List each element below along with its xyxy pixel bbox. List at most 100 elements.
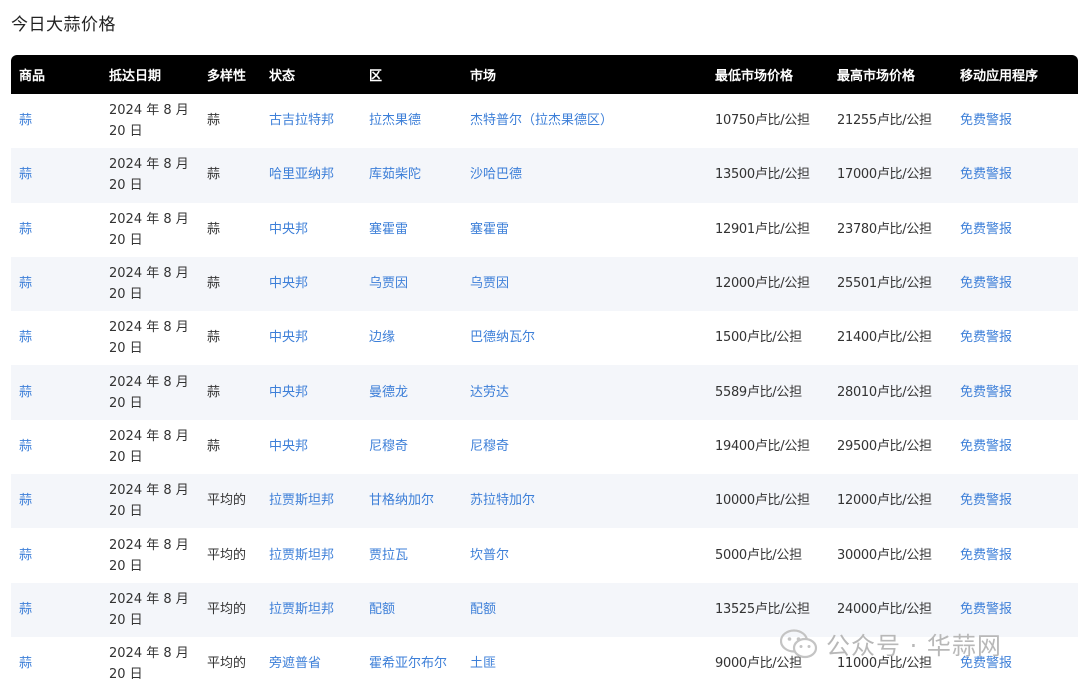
cell-market: 尼穆奇 [462, 420, 707, 474]
district-link[interactable]: 曼德龙 [369, 385, 408, 400]
market-link[interactable]: 土匪 [470, 656, 496, 671]
cell-variety: 蒜 [199, 311, 261, 365]
commodity-link[interactable]: 蒜 [19, 385, 32, 400]
cell-variety: 蒜 [199, 420, 261, 474]
state-link[interactable]: 中央邦 [269, 276, 308, 291]
free-alert-link[interactable]: 免费警报 [960, 602, 1012, 617]
table-row: 蒜 2024 年 8 月 20 日 蒜 古吉拉特邦 拉杰果德 杰特普尔（拉杰果德区） 107… [11, 94, 1078, 148]
table-row: 蒜 2024 年 8 月 20 日 蒜 中央邦 乌贾因 乌贾因 12000卢比/公担 2550… [11, 256, 1078, 312]
cell-app: 免费警报 [952, 528, 1078, 582]
district-link[interactable]: 甘格纳加尔 [369, 493, 434, 508]
state-link[interactable]: 拉贾斯坦邦 [269, 602, 334, 617]
market-link[interactable]: 塞霍雷 [470, 222, 509, 237]
market-link[interactable]: 巴德纳瓦尔 [470, 330, 535, 345]
market-link[interactable]: 尼穆奇 [470, 439, 509, 454]
district-link[interactable]: 贾拉瓦 [369, 548, 408, 563]
cell-market: 达劳达 [462, 365, 707, 419]
commodity-link[interactable]: 蒜 [19, 167, 32, 182]
district-link[interactable]: 霍希亚尔布尔 [369, 656, 447, 671]
variety: 蒜 [207, 113, 221, 129]
commodity-link[interactable]: 蒜 [19, 222, 32, 237]
cell-variety: 蒜 [199, 365, 261, 419]
cell-market: 配额 [462, 583, 707, 637]
market-link[interactable]: 达劳达 [470, 385, 509, 400]
state-link[interactable]: 中央邦 [269, 385, 308, 400]
commodity-link[interactable]: 蒜 [19, 548, 32, 563]
commodity-link[interactable]: 蒜 [19, 602, 32, 617]
district-link[interactable]: 尼穆奇 [369, 439, 408, 454]
commodity-link[interactable]: 蒜 [19, 439, 32, 454]
cell-district: 库茹柴陀 [361, 148, 462, 202]
free-alert-link[interactable]: 免费警报 [960, 330, 1012, 345]
state-link[interactable]: 古吉拉特邦 [269, 113, 334, 128]
commodity-link[interactable]: 蒜 [19, 493, 32, 508]
commodity-link[interactable]: 蒜 [19, 276, 32, 291]
cell-commodity: 蒜 [11, 528, 101, 582]
cell-district: 甘格纳加尔 [361, 474, 462, 528]
cell-variety: 蒜 [199, 94, 261, 148]
cell-commodity: 蒜 [11, 365, 101, 419]
market-link[interactable]: 配额 [470, 602, 496, 617]
state-link[interactable]: 中央邦 [269, 330, 308, 345]
cell-market: 杰特普尔（拉杰果德区） [462, 94, 707, 148]
max-price: 29500卢比/公担 [837, 438, 932, 454]
cell-state: 拉贾斯坦邦 [261, 474, 361, 528]
free-alert-link[interactable]: 免费警报 [960, 439, 1012, 454]
header-commodity: 商品 [19, 69, 46, 84]
free-alert-link[interactable]: 免费警报 [960, 167, 1012, 182]
free-alert-link[interactable]: 免费警报 [960, 113, 1012, 128]
min-price: 12000卢比/公担 [715, 276, 810, 292]
district-link[interactable]: 塞霍雷 [369, 222, 408, 237]
district-link[interactable]: 边缘 [369, 330, 395, 345]
state-link[interactable]: 拉贾斯坦邦 [269, 493, 334, 508]
commodity-link[interactable]: 蒜 [19, 113, 32, 128]
state-link[interactable]: 旁遮普省 [269, 656, 321, 671]
commodity-link[interactable]: 蒜 [19, 330, 32, 345]
cell-commodity: 蒜 [11, 420, 101, 474]
variety: 蒜 [207, 276, 221, 292]
district-link[interactable]: 配额 [369, 602, 395, 617]
cell-max_price: 21255卢比/公担 [829, 94, 952, 148]
free-alert-link[interactable]: 免费警报 [960, 493, 1012, 508]
free-alert-link[interactable]: 免费警报 [960, 548, 1012, 563]
cell-max_price: 12000卢比/公担 [829, 474, 952, 528]
cell-district: 霍希亚尔布尔 [361, 637, 462, 691]
cell-variety: 平均的 [199, 583, 261, 637]
cell-commodity: 蒜 [11, 203, 101, 257]
cell-date: 2024 年 8 月 20 日 [101, 203, 199, 257]
market-link[interactable]: 沙哈巴德 [470, 167, 522, 182]
market-link[interactable]: 苏拉特加尔 [470, 493, 535, 508]
cell-min_price: 10750卢比/公担 [707, 94, 829, 148]
cell-commodity: 蒜 [11, 94, 101, 148]
cell-variety: 平均的 [199, 637, 261, 691]
cell-date: 2024 年 8 月 20 日 [101, 94, 199, 148]
cell-variety: 蒜 [199, 203, 261, 257]
cell-market: 巴德纳瓦尔 [462, 311, 707, 365]
cell-min_price: 13500卢比/公担 [707, 148, 829, 202]
state-link[interactable]: 中央邦 [269, 439, 308, 454]
table-row: 蒜 2024 年 8 月 20 日 蒜 中央邦 曼德龙 达劳达 5589卢比/公担 28010… [11, 365, 1078, 420]
market-link[interactable]: 坎普尔 [470, 548, 509, 563]
cell-district: 拉杰果德 [361, 94, 462, 148]
market-link[interactable]: 乌贾因 [470, 276, 509, 291]
min-price: 12901卢比/公担 [715, 221, 810, 237]
district-link[interactable]: 拉杰果德 [369, 113, 421, 128]
cell-state: 中央邦 [261, 311, 361, 365]
district-link[interactable]: 库茹柴陀 [369, 167, 421, 182]
state-link[interactable]: 拉贾斯坦邦 [269, 548, 334, 563]
commodity-link[interactable]: 蒜 [19, 656, 32, 671]
cell-date: 2024 年 8 月 20 日 [101, 528, 199, 582]
cell-variety: 蒜 [199, 257, 261, 311]
free-alert-link[interactable]: 免费警报 [960, 385, 1012, 400]
arrival-date: 2024 年 8 月 20 日 [109, 428, 189, 465]
header-variety: 多样性 [207, 69, 247, 84]
free-alert-link[interactable]: 免费警报 [960, 222, 1012, 237]
arrival-date: 2024 年 8 月 20 日 [109, 374, 189, 411]
district-link[interactable]: 乌贾因 [369, 276, 408, 291]
cell-app: 免费警报 [952, 257, 1078, 311]
state-link[interactable]: 中央邦 [269, 222, 308, 237]
market-link[interactable]: 杰特普尔（拉杰果德区） [470, 113, 613, 128]
table-header-row: 商品 抵达日期 多样性 状态 区 市场 最低市场价格 最高市场价格 移动应用程序 [11, 55, 1078, 94]
free-alert-link[interactable]: 免费警报 [960, 276, 1012, 291]
state-link[interactable]: 哈里亚纳邦 [269, 167, 334, 182]
